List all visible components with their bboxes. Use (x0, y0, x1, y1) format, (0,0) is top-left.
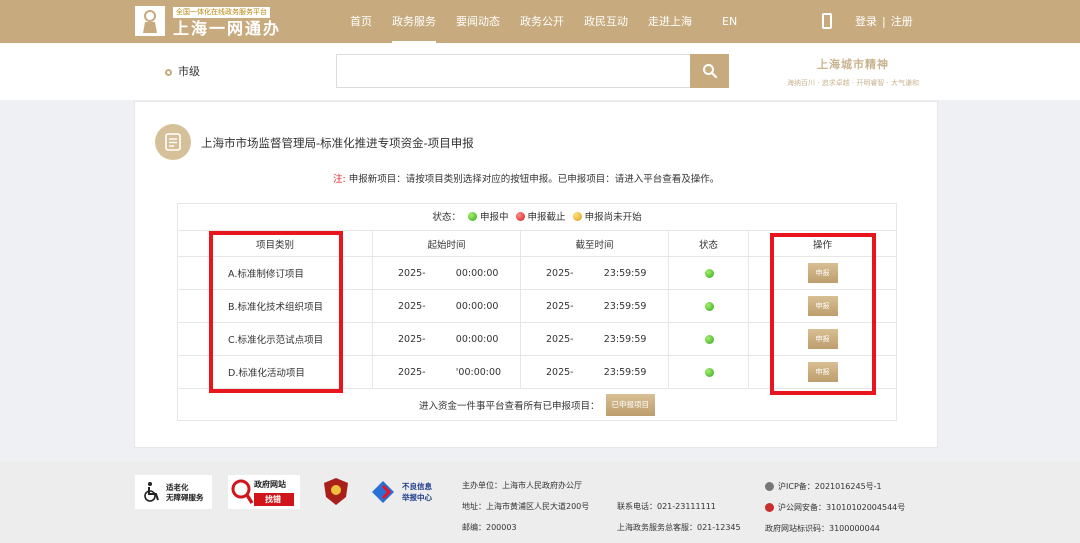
city-spirit-title: 上海城市精神 (817, 58, 889, 71)
document-icon (155, 124, 191, 160)
col-end-time: 截至时间 (521, 231, 669, 256)
search-band: 市级 上海城市精神 海纳百川 · 追求卓越 · 开明睿智 · 大气谦和 (0, 43, 1080, 100)
footer: 适老化 无障碍服务 政府网站 找错 不良信息 举报中心 主办单位：上海市人民政府… (0, 461, 1080, 543)
search-icon (702, 64, 717, 79)
table-row: B.标准化技术组织项目 2025- 00:00:00 2025- 23:59:5… (178, 290, 896, 323)
row-start-time: 2025- 00:00:00 (398, 300, 499, 312)
city-spirit-banner: 上海城市精神 海纳百川 · 追求卓越 · 开明睿智 · 大气谦和 (768, 56, 938, 88)
magnifier-icon (231, 479, 254, 504)
row-end-time: 2025- 23:59:59 (546, 366, 647, 378)
apply-button-c[interactable]: 申报 (807, 329, 838, 349)
row-end-time: 2025- 23:59:59 (546, 267, 647, 279)
nav-gov-openness[interactable]: 政务公开 (510, 0, 574, 43)
police-record-icon (765, 503, 774, 512)
table-row: A.标准制修订项目 2025- 00:00:00 2025- 23:59:59 … (178, 257, 896, 290)
row-category: D.标准化活动项目 (178, 356, 373, 388)
col-status: 状态 (669, 231, 749, 256)
application-note: 注: 申报新项目：请按项目类别选择对应的按钮申报。已申报项目：请进入平台查看及操… (333, 171, 719, 185)
city-emblem-icon (135, 6, 165, 36)
footer-postcode: 邮编：200003 (462, 523, 517, 532)
city-spirit-subtitle: 海纳百川 · 追求卓越 · 开明睿智 · 大气谦和 (786, 79, 920, 87)
search-input[interactable] (336, 54, 691, 88)
apply-button-d[interactable]: 申报 (807, 362, 838, 382)
apply-button-b[interactable]: 申报 (807, 296, 838, 316)
logo-name: 上海一网通办 (173, 19, 282, 38)
footer-phone: 联系电话：021-23111111 (617, 502, 716, 511)
apply-button-a[interactable]: 申报 (807, 263, 838, 283)
auth-links: 登录 | 注册 (855, 0, 913, 43)
report-center-icon (372, 481, 394, 503)
site-logo[interactable]: 全国一体化在线政务服务平台 上海一网通办 (135, 6, 295, 38)
row-start-time: 2025- 00:00:00 (398, 333, 499, 345)
legend-pending: 申报尚未开始 (584, 212, 642, 223)
row-category: A.标准制修订项目 (178, 257, 373, 289)
footer-hotline: 上海政务服务总客服：021-12345 (617, 523, 741, 532)
page-title: 上海市市场监督管理局-标准化推进专项资金-项目申报 (201, 136, 474, 150)
bad-info-report-badge[interactable]: 不良信息 举报中心 (370, 475, 445, 509)
location-selector[interactable]: 市级 (165, 63, 200, 79)
nav-interaction[interactable]: 政民互动 (574, 0, 638, 43)
logo-tagline: 全国一体化在线政务服务平台 (173, 7, 270, 18)
top-nav-bar: 全国一体化在线政务服务平台 上海一网通办 首页 政务服务 要闻动态 政务公开 政… (0, 0, 1080, 43)
row-end-time: 2025- 23:59:59 (546, 333, 647, 345)
legend-label: 状态： (432, 212, 461, 223)
status-legend: 状态： 申报中 申报截止 申报尚未开始 (178, 204, 896, 231)
bad-info-report-text: 不良信息 举报中心 (402, 482, 432, 502)
footer-icp[interactable]: 沪ICP备：2021016245号-1 (778, 481, 882, 492)
site-error-sub: 找错 (265, 495, 281, 504)
table-row: D.标准化活动项目 2025- '00:00:00 2025- 23:59:59… (178, 356, 896, 389)
project-table: 状态： 申报中 申报截止 申报尚未开始 项目类别 起始时间 截至时间 状态 操作… (177, 203, 897, 421)
row-end-time: 2025- 23:59:59 (546, 300, 647, 312)
search-button[interactable] (690, 54, 729, 88)
main-nav: 首页 政务服务 要闻动态 政务公开 政民互动 走进上海 EN (340, 0, 747, 43)
table-row: C.标准化示范试点项目 2025- 00:00:00 2025- 23:59:5… (178, 323, 896, 356)
status-open-icon (704, 334, 714, 344)
status-open-icon (704, 268, 714, 278)
site-error-report-badge[interactable]: 政府网站 找错 (228, 475, 300, 509)
nav-about-shanghai[interactable]: 走进上海 (638, 0, 702, 43)
wheelchair-icon (144, 482, 159, 502)
accessibility-badge-text: 适老化 无障碍服务 (166, 483, 204, 502)
enter-platform-text: 进入资金一件事平台查看所有已申报项目： (418, 400, 600, 412)
police-emblem-badge[interactable] (322, 475, 350, 509)
nav-news[interactable]: 要闻动态 (446, 0, 510, 43)
submitted-projects-button[interactable]: 已申报项目 (605, 393, 655, 416)
status-closed-icon (515, 212, 525, 221)
police-emblem-icon (324, 478, 348, 505)
note-prefix: 注: (333, 174, 346, 185)
status-open-icon (704, 367, 714, 377)
nav-english[interactable]: EN (712, 0, 747, 43)
accessibility-badge[interactable]: 适老化 无障碍服务 (135, 475, 212, 509)
icp-icon (765, 482, 774, 491)
row-category: C.标准化示范试点项目 (178, 323, 373, 355)
status-pending-icon (572, 212, 582, 221)
project-application-card: 上海市市场监督管理局-标准化推进专项资金-项目申报 注: 申报新项目：请按项目类… (134, 101, 938, 448)
nav-gov-services[interactable]: 政务服务 (382, 0, 446, 43)
col-action: 操作 (812, 239, 832, 251)
location-pin-icon (165, 68, 172, 76)
auth-separator: | (882, 15, 886, 28)
row-start-time: 2025- 00:00:00 (398, 267, 499, 279)
enter-platform-row: 进入资金一件事平台查看所有已申报项目： 已申报项目 (178, 389, 896, 420)
footer-police-record[interactable]: 沪公网安备：31010102004544号 (778, 502, 905, 513)
footer-site-code: 政府网站标识码：3100000044 (765, 524, 880, 533)
location-label: 市级 (178, 65, 200, 78)
legend-open: 申报中 (479, 212, 509, 223)
nav-home[interactable]: 首页 (340, 0, 382, 43)
row-start-time: 2025- '00:00:00 (398, 366, 502, 378)
login-link[interactable]: 登录 (855, 15, 877, 28)
register-link[interactable]: 注册 (891, 15, 913, 28)
table-header-row: 项目类别 起始时间 截至时间 状态 操作 (178, 231, 896, 257)
legend-closed: 申报截止 (527, 212, 566, 223)
status-open-icon (704, 301, 714, 311)
note-text: 申报新项目：请按项目类别选择对应的按钮申报。已申报项目：请进入平台查看及操作。 (348, 174, 720, 185)
footer-address: 地址：上海市黄浦区人民大道200号 (462, 502, 590, 511)
site-error-title: 政府网站 (254, 480, 286, 489)
footer-sponsor: 主办单位：上海市人民政府办公厅 (462, 481, 582, 490)
mobile-phone-icon[interactable] (822, 13, 832, 29)
row-category: B.标准化技术组织项目 (178, 290, 373, 322)
col-category: 项目类别 (178, 231, 373, 256)
col-start-time: 起始时间 (373, 231, 521, 256)
status-open-icon (467, 212, 477, 221)
